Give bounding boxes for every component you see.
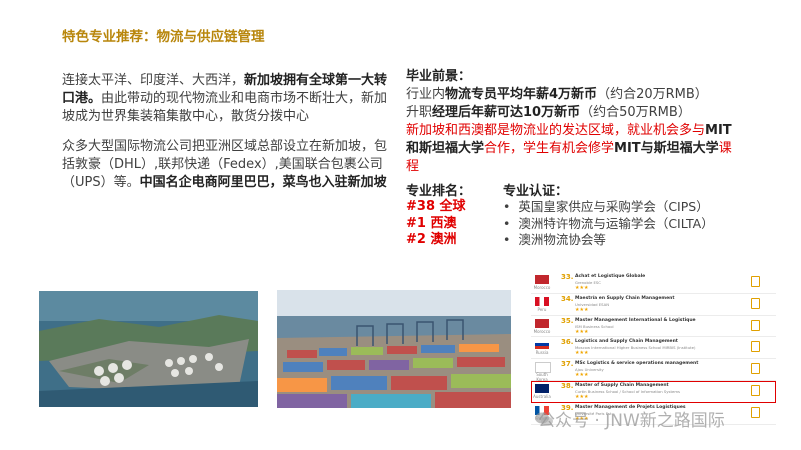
certification-item: • 英国皇家供应与采购学会（CIPS） [503, 199, 709, 214]
flag-icon [535, 383, 549, 393]
flag-icon [535, 318, 549, 328]
flag-icon [535, 275, 549, 284]
companies-paragraph: 众多大型国际物流公司把亚洲区域总部设立在新加坡，包括敦豪（DHL）,联邦快递（F… [62, 139, 388, 190]
document-icon [751, 406, 760, 418]
ranking-section: 专业排名： #38 全球 #1 西澳 #2 澳洲 [406, 180, 471, 249]
ranking-item: #38 全球 [406, 199, 466, 214]
document-icon [751, 276, 760, 287]
watermark-text: 公众号 · JNW新之路国际 [538, 411, 725, 431]
graduate-prospects: 毕业前景： 行业内物流专员平均年薪4万新币（约合20万RMB） 升职经理后年薪可… [406, 68, 736, 176]
document-icon [751, 341, 760, 353]
list-item: Russia 36. Logistics and Supply Chain Ma… [531, 337, 776, 360]
list-item: Morocco 35. Master Management Internatio… [531, 316, 776, 338]
flag-icon [535, 340, 549, 350]
list-item: Peru 34. Maestría en Supply Chain Manage… [531, 294, 776, 316]
prospects-heading: 毕业前景： [406, 69, 472, 84]
certification-item: • 澳洲特许物流与运输学会（CILTA） [503, 215, 714, 231]
certification-heading: 专业认证： [503, 184, 569, 199]
flag-icon [535, 296, 549, 306]
certification-item: • 澳洲物流协会等 [503, 232, 606, 247]
list-item: Morocco 33. Achat et Logistique Globale … [531, 272, 776, 294]
document-icon [751, 297, 760, 309]
intro-paragraph: 连接太平洋、印度洋、大西洋，新加坡拥有全球第一大转口港。由此带动的现代物流业和电… [62, 73, 388, 124]
list-item: South Korea 37. MSc Logistics & service … [531, 359, 776, 382]
certification-section: 专业认证： • 英国皇家供应与采购学会（CIPS） • 澳洲特许物流与运输学会（… [503, 180, 714, 249]
industrial-island-photo [39, 291, 258, 407]
document-icon [751, 384, 760, 396]
page-title: 特色专业推荐：物流与供应链管理 [62, 29, 265, 45]
ranking-item: #1 西澳 [406, 215, 457, 231]
ranking-item: #2 澳洲 [406, 232, 457, 247]
container-port-photo [277, 290, 511, 408]
document-icon [751, 319, 760, 331]
document-icon [751, 363, 760, 375]
list-item-highlighted: Australia 38. Master of Supply Chain Man… [531, 380, 776, 403]
ranking-heading: 专业排名： [406, 184, 472, 199]
